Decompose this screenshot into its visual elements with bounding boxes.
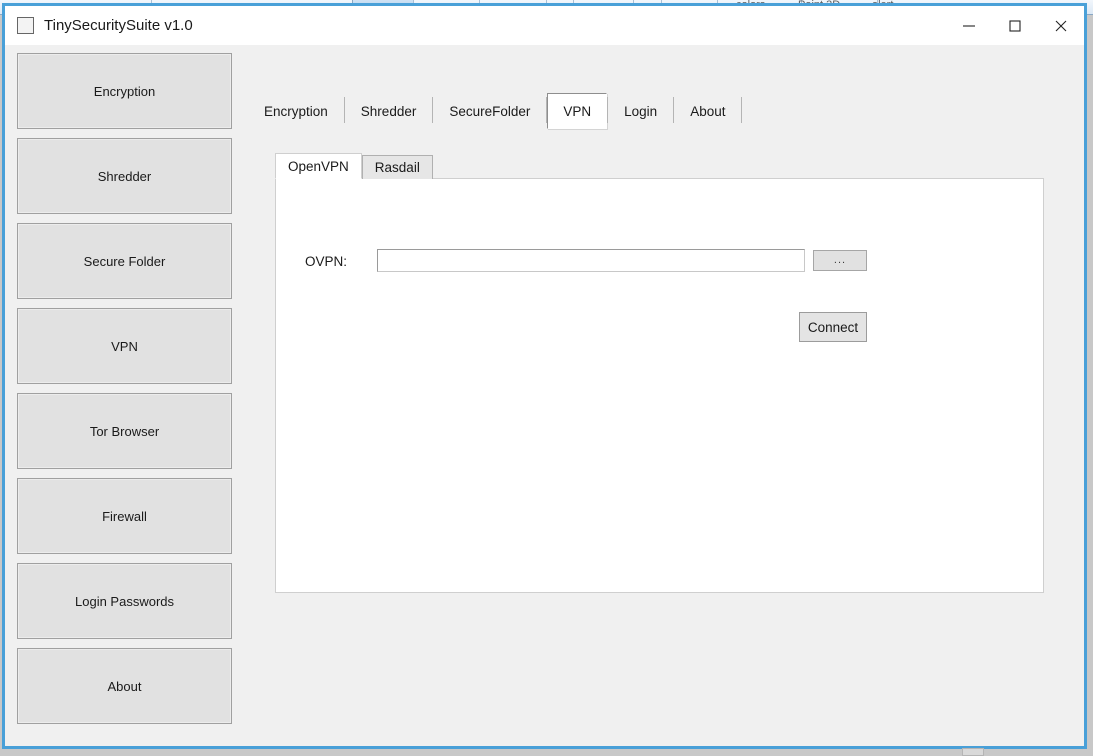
- sidebar-item-label: Firewall: [102, 508, 147, 524]
- main-tabstrip: Encryption Shredder SecureFolder VPN Log…: [248, 93, 743, 129]
- tab-label: VPN: [563, 103, 592, 119]
- tab-login[interactable]: Login: [608, 93, 673, 129]
- ovpn-path-input[interactable]: [377, 249, 805, 272]
- app-window-icon: [17, 17, 34, 34]
- tab-label: Encryption: [264, 103, 328, 119]
- inner-tab-label: Rasdail: [374, 160, 420, 175]
- inner-tab-label: OpenVPN: [288, 158, 349, 174]
- inner-tab-openvpn[interactable]: OpenVPN: [275, 153, 362, 179]
- ovpn-label: OVPN:: [305, 254, 348, 269]
- window-controls: [946, 6, 1084, 45]
- browse-button-label: ...: [833, 254, 847, 266]
- window-body: Encryption Shredder Secure Folder VPN To…: [5, 45, 1084, 746]
- maximize-icon: [1009, 19, 1021, 32]
- connect-button-label: Connect: [807, 319, 859, 335]
- sidebar-item-label: Shredder: [97, 168, 152, 184]
- connect-button[interactable]: Connect: [799, 312, 867, 342]
- sidebar-item-label: Encryption: [93, 83, 156, 99]
- close-button[interactable]: [1038, 6, 1084, 45]
- application-window: TinySecuritySuite v1.0 Encryption Shredd…: [2, 3, 1087, 749]
- minimize-button[interactable]: [946, 6, 992, 45]
- vpn-tab-control: OpenVPN Rasdail OVPN: ... Connect: [275, 153, 1044, 594]
- tab-securefolder[interactable]: SecureFolder: [433, 93, 546, 129]
- sidebar-item-tor-browser[interactable]: Tor Browser: [17, 393, 232, 469]
- close-icon: [1055, 20, 1067, 31]
- tab-label: SecureFolder: [449, 103, 531, 119]
- sidebar-item-firewall[interactable]: Firewall: [17, 478, 232, 554]
- sidebar-item-shredder[interactable]: Shredder: [17, 138, 232, 214]
- minimize-icon: [963, 24, 975, 27]
- openvpn-panel: OVPN: ... Connect: [275, 178, 1044, 593]
- sidebar-item-label: Login Passwords: [75, 593, 174, 609]
- window-title: TinySecuritySuite v1.0: [44, 17, 193, 34]
- inner-tab-rasdail[interactable]: Rasdail: [361, 155, 433, 179]
- desktop-resize-notch: [962, 748, 984, 756]
- tab-separator: [741, 97, 743, 123]
- sidebar-item-secure-folder[interactable]: Secure Folder: [17, 223, 232, 299]
- sidebar-item-encryption[interactable]: Encryption: [17, 53, 232, 129]
- sidebar-item-label: Secure Folder: [83, 253, 166, 269]
- sidebar-item-label: About: [107, 678, 142, 694]
- tab-label: Shredder: [360, 103, 417, 119]
- sidebar-item-about[interactable]: About: [17, 648, 232, 724]
- sidebar-item-login-passwords[interactable]: Login Passwords: [17, 563, 232, 639]
- title-bar: TinySecuritySuite v1.0: [5, 6, 1084, 45]
- sidebar-item-label: VPN: [111, 338, 138, 354]
- screen: colors Paint 3D alert TinySecuritySuite …: [0, 0, 1093, 756]
- tab-label: Login: [624, 103, 658, 119]
- tab-shredder[interactable]: Shredder: [345, 93, 433, 129]
- tab-about[interactable]: About: [674, 93, 741, 129]
- tab-label: About: [690, 103, 726, 119]
- ovpn-browse-button[interactable]: ...: [813, 250, 867, 271]
- sidebar: Encryption Shredder Secure Folder VPN To…: [17, 53, 232, 733]
- sidebar-item-label: Tor Browser: [89, 423, 160, 439]
- sidebar-item-vpn[interactable]: VPN: [17, 308, 232, 384]
- tab-vpn[interactable]: VPN: [547, 93, 608, 129]
- maximize-button[interactable]: [992, 6, 1038, 45]
- vpn-inner-tabrow: OpenVPN Rasdail: [275, 153, 1044, 179]
- tab-encryption[interactable]: Encryption: [248, 93, 344, 129]
